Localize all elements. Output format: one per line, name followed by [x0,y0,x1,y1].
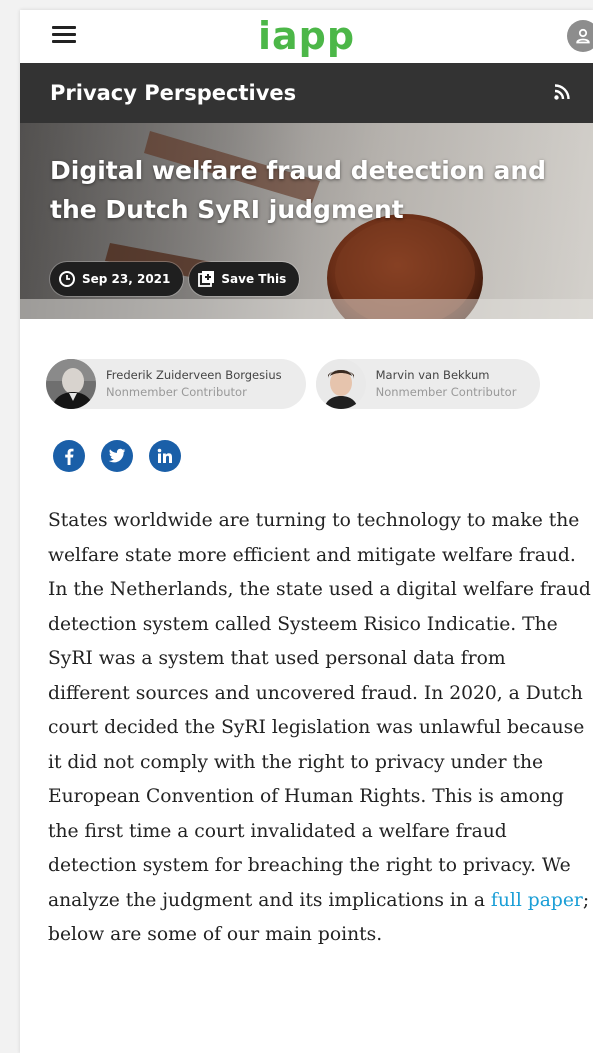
section-title[interactable]: Privacy Perspectives [50,81,296,105]
author-chip[interactable]: Frederik Zuiderveen Borgesius Nonmember … [46,359,306,409]
publish-date: Sep 23, 2021 [82,272,171,286]
article-paragraph: States worldwide are turning to technolo… [48,510,591,911]
section-header-bar: Privacy Perspectives [20,63,593,123]
social-share-bar [53,440,181,472]
author-name: Marvin van Bekkum [375,368,490,382]
avatar [315,359,366,409]
author-list: Frederik Zuiderveen Borgesius Nonmember … [46,359,541,409]
author-chip[interactable]: Marvin van Bekkum Nonmember Contributor [315,359,541,409]
facebook-icon[interactable] [53,440,85,472]
bookmark-add-icon [198,271,215,287]
clock-icon [59,271,75,287]
full-paper-link[interactable]: full paper [491,890,583,911]
save-this-button[interactable]: Save This [189,262,300,296]
twitter-icon[interactable] [101,440,133,472]
author-role: Nonmember Contributor [375,385,517,399]
author-name: Frederik Zuiderveen Borgesius [106,368,282,382]
top-navigation-bar: iapp [20,10,593,63]
iapp-logo[interactable]: iapp [20,14,593,58]
page: iapp Privacy Perspectives Digital welfar… [20,10,593,1053]
article-body: States worldwide are turning to technolo… [48,504,593,953]
save-this-label: Save This [221,272,287,286]
avatar [46,359,96,409]
hero-banner: Digital welfare fraud detection and the … [20,123,593,319]
rss-icon[interactable] [553,83,571,105]
linkedin-icon[interactable] [149,440,181,472]
publish-date-pill: Sep 23, 2021 [50,262,184,296]
author-role: Nonmember Contributor [106,385,247,399]
article-title: Digital welfare fraud detection and the … [50,156,547,224]
user-icon[interactable] [567,20,593,52]
